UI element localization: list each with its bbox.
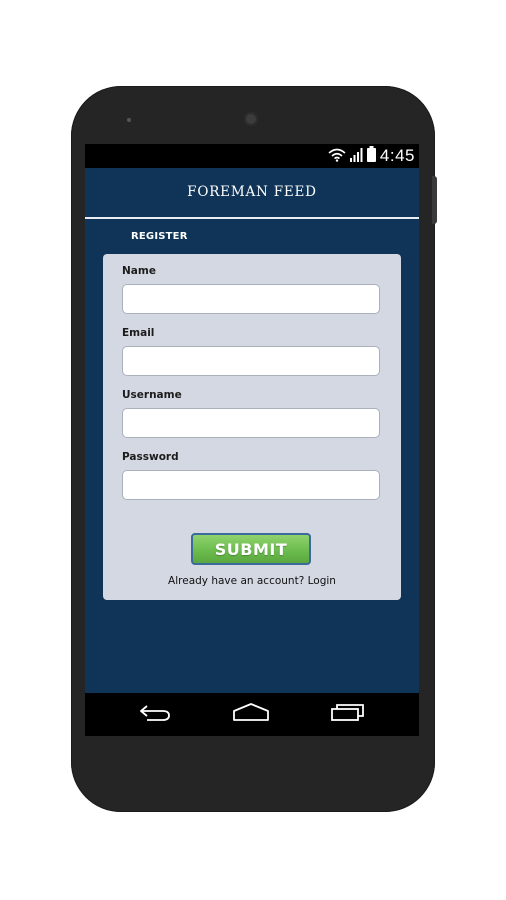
username-label: Username <box>122 389 182 401</box>
wifi-icon <box>328 147 346 166</box>
navigation-bar <box>85 693 419 736</box>
recent-apps-button[interactable] <box>326 701 370 727</box>
submit-button[interactable]: SUBMIT <box>191 533 311 565</box>
password-input[interactable] <box>122 470 380 500</box>
proximity-sensor <box>127 118 131 122</box>
status-time: 4:45 <box>379 146 415 165</box>
stage: 4:45 FOREMAN FEED REGISTER Name Email Us… <box>0 0 506 900</box>
email-input[interactable] <box>122 346 380 376</box>
app-header: FOREMAN FEED <box>85 168 419 216</box>
header-divider <box>85 217 419 219</box>
login-link[interactable]: Already have an account? Login <box>103 575 401 587</box>
register-heading: REGISTER <box>131 231 188 242</box>
back-icon <box>137 702 173 726</box>
register-form: Name Email Username Password SUBMIT Alre… <box>103 254 401 600</box>
username-input[interactable] <box>122 408 380 438</box>
phone-side-button <box>432 176 437 224</box>
email-label: Email <box>122 327 155 339</box>
front-camera <box>244 112 258 126</box>
password-label: Password <box>122 451 179 463</box>
battery-icon <box>366 146 376 166</box>
phone-screen: 4:45 FOREMAN FEED REGISTER Name Email Us… <box>85 144 419 736</box>
app-title: FOREMAN FEED <box>187 184 317 200</box>
signal-icon <box>349 147 363 166</box>
home-button[interactable] <box>229 701 273 727</box>
recent-apps-icon <box>330 702 366 726</box>
home-icon <box>232 702 270 726</box>
name-input[interactable] <box>122 284 380 314</box>
back-button[interactable] <box>133 701 177 727</box>
status-bar: 4:45 <box>85 144 419 168</box>
status-icons: 4:45 <box>328 144 415 168</box>
name-label: Name <box>122 265 156 277</box>
